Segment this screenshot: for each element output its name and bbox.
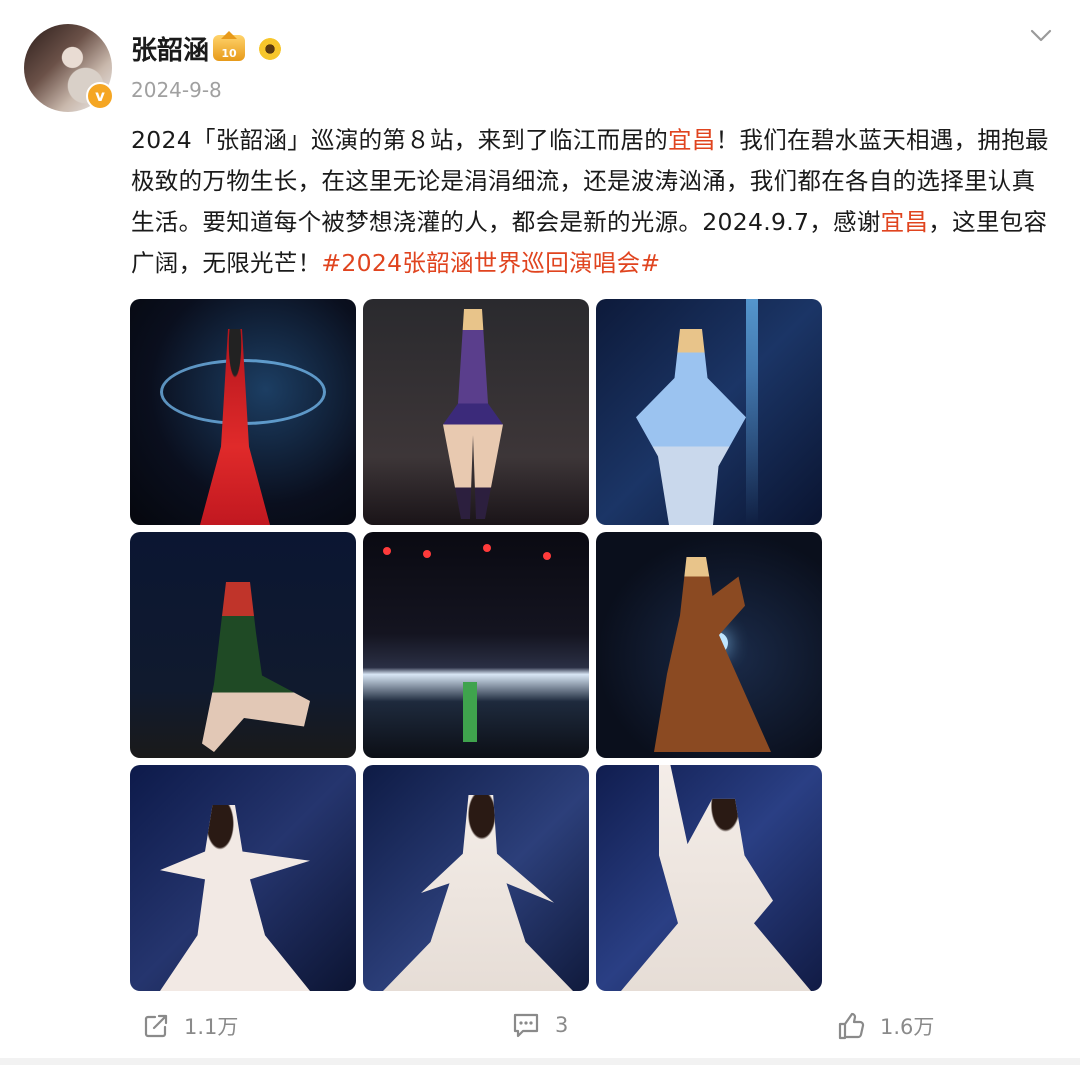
post-date: 2024-9-8 [131,78,222,102]
red-gown-photo[interactable] [130,299,356,525]
white-dress-photo-2[interactable] [363,765,589,991]
repost-button[interactable]: 1.1万 [142,1011,238,1041]
avatar[interactable]: v [24,24,114,112]
purple-outfit-photo[interactable] [363,299,589,525]
repost-count: 1.1万 [184,1015,239,1039]
vip-badge-icon[interactable]: 10 [213,31,245,61]
author-name[interactable]: 张韶涵 [131,30,209,67]
section-divider [0,1058,1080,1065]
blue-feather-photo[interactable] [596,299,822,525]
white-dress-photo-3[interactable] [596,765,822,991]
comment-button[interactable]: 3 [511,1011,568,1039]
repost-icon [144,1014,168,1038]
comment-icon [513,1013,539,1038]
like-button[interactable]: 1.6万 [836,1011,934,1041]
like-count: 1.6万 [880,1015,935,1039]
chevron-down-icon[interactable] [1029,24,1053,48]
location-link[interactable]: 宜昌 [881,208,929,236]
hashtag-link[interactable]: #2024张韶涵世界巡回演唱会# [321,249,660,277]
action-bar: 1.1万 3 1.6万 [0,1005,1080,1049]
white-dress-photo-1[interactable] [130,765,356,991]
post-text: 2024「张韶涵」巡演的第８站，来到了临江而居的宜昌！我们在碧水蓝天相遇，拥抱最… [131,120,1051,284]
verified-icon: v [86,82,114,110]
green-dress-photo[interactable] [130,532,356,758]
crowd-stage-photo[interactable] [363,532,589,758]
brown-gown-photo[interactable] [596,532,822,758]
like-icon [838,1012,865,1040]
sunflower-badge-icon[interactable] [259,38,281,60]
location-link[interactable]: 宜昌 [668,126,716,154]
comment-count: 3 [555,1013,569,1037]
text-segment: 2024「张韶涵」巡演的第８站，来到了临江而居的 [131,126,669,154]
